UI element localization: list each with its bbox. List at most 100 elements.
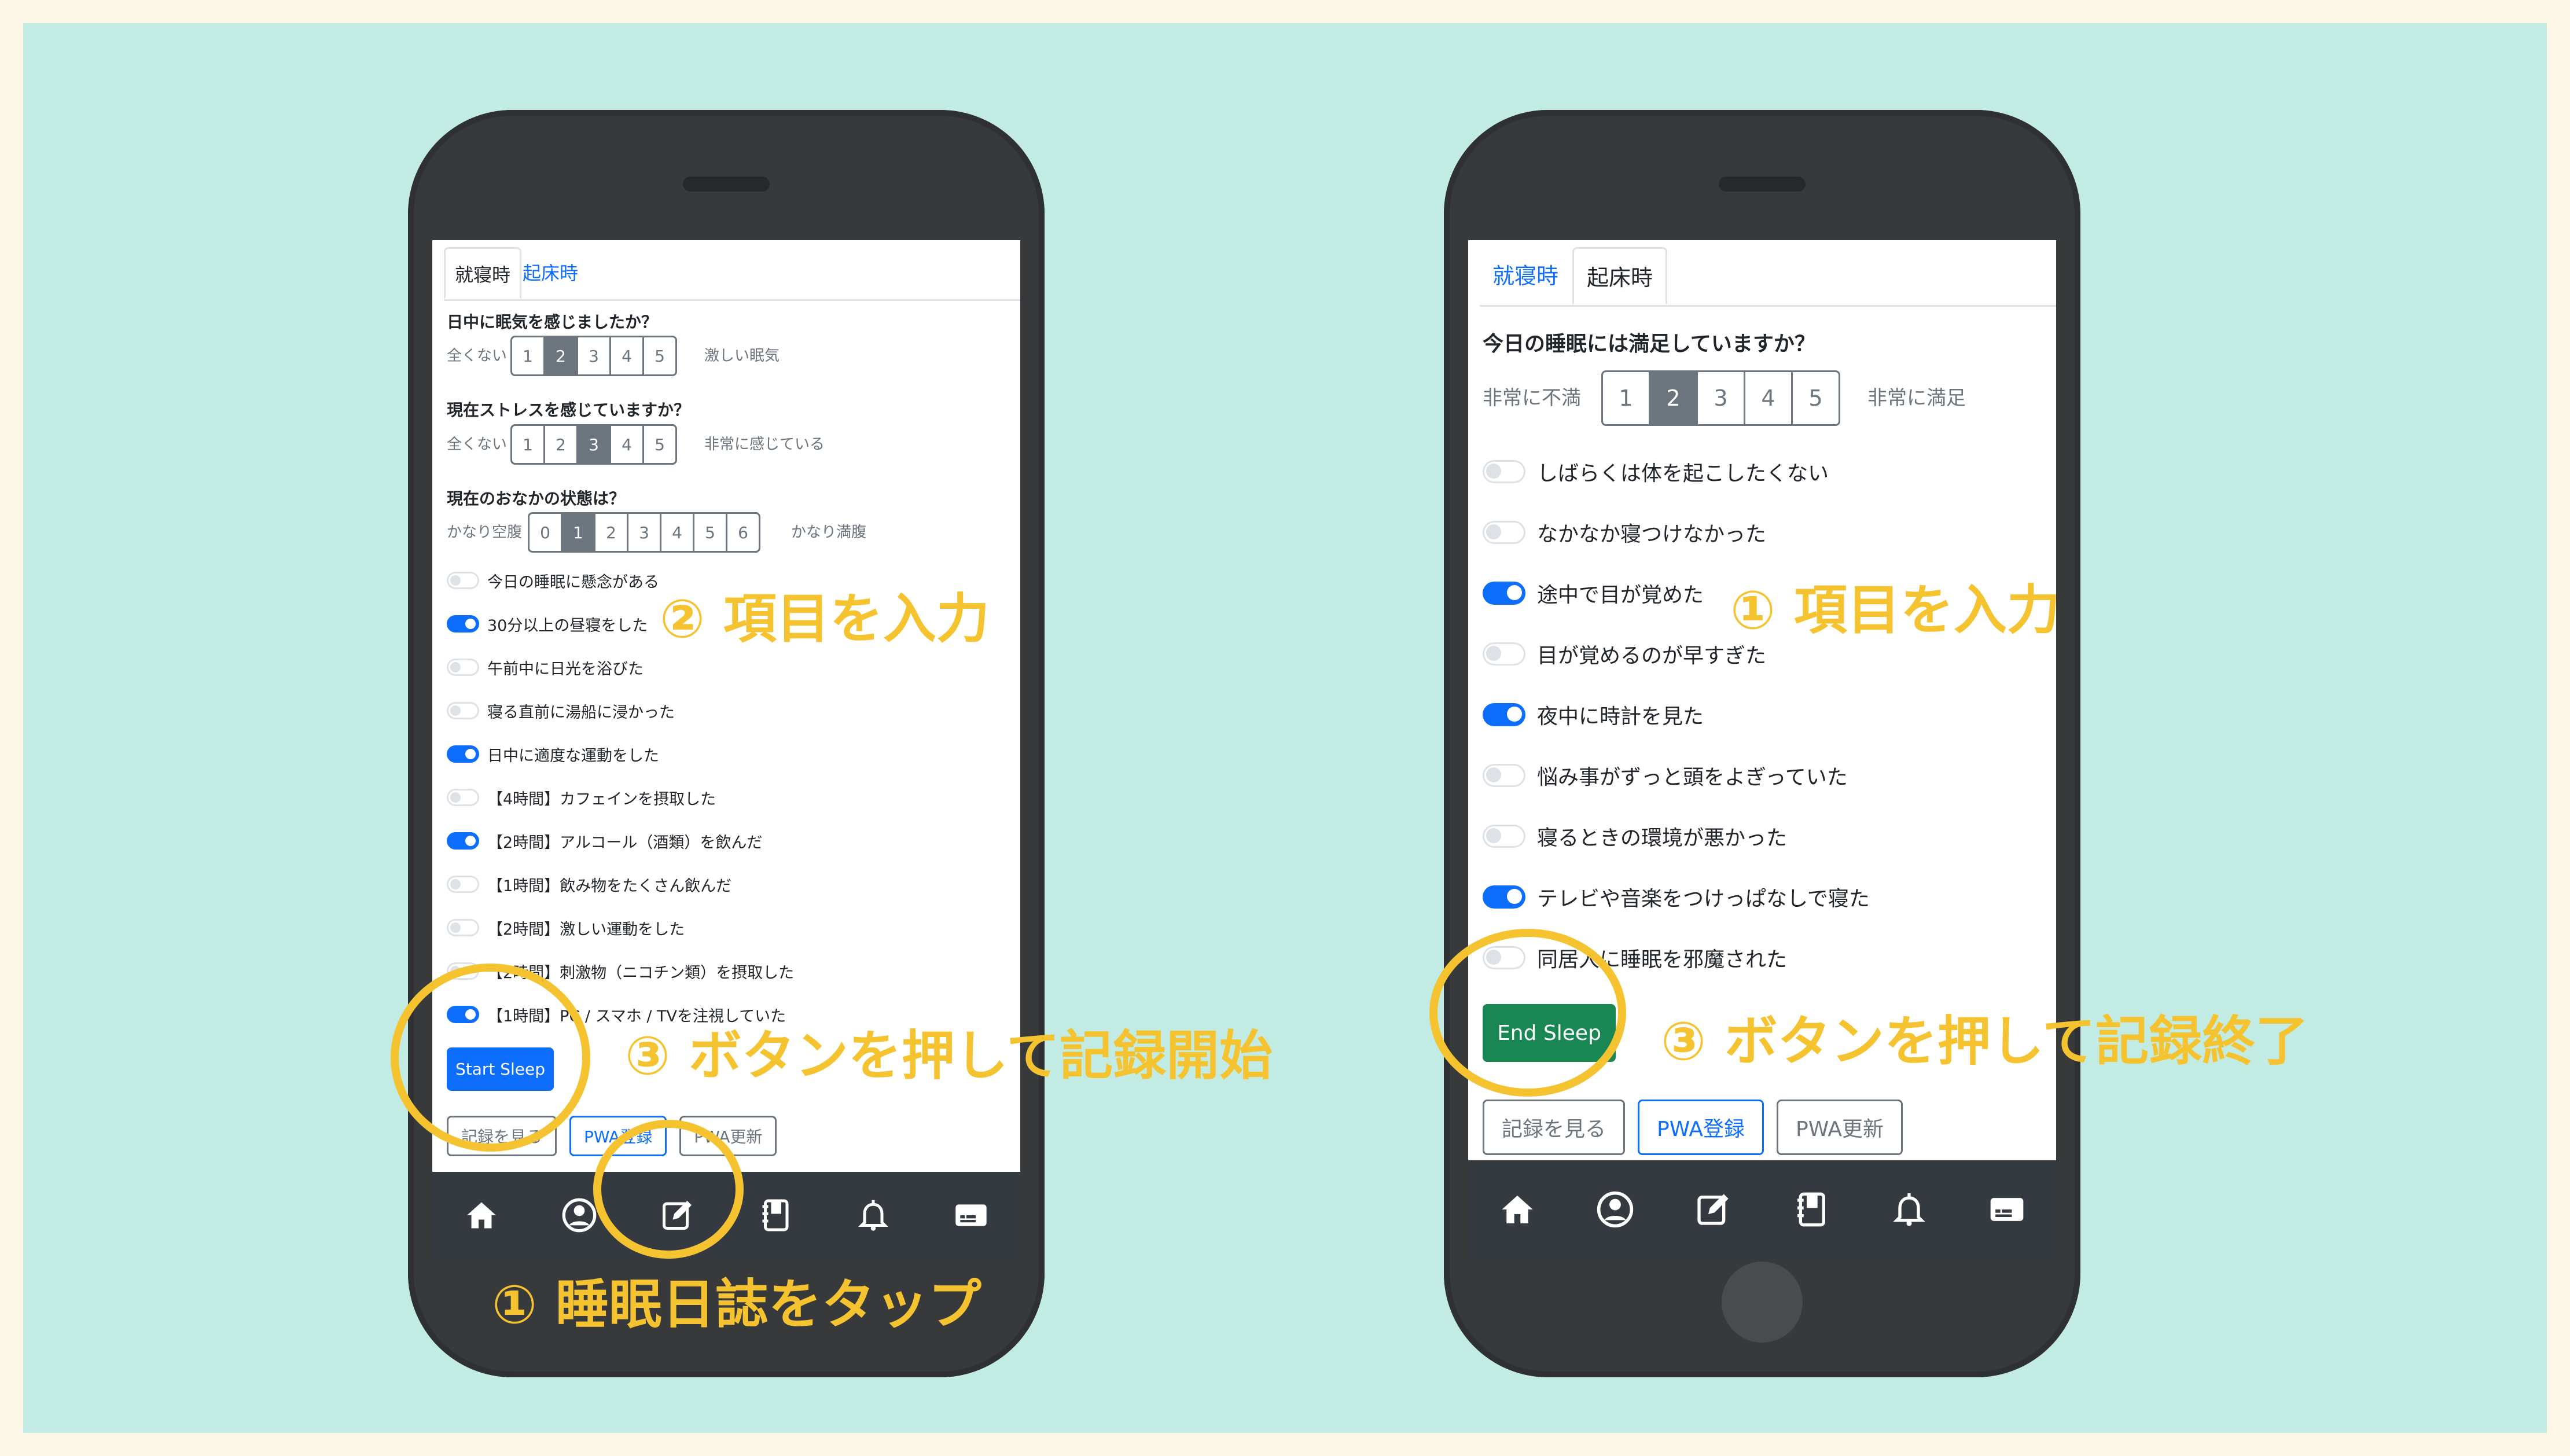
- switch-label: 今日の睡眠に懸念がある: [487, 573, 659, 591]
- pwa-register-button[interactable]: PWA登録: [1638, 1100, 1764, 1155]
- toggle-switch[interactable]: [447, 789, 479, 806]
- toggle-switch[interactable]: [1483, 582, 1525, 605]
- scale-option[interactable]: 3: [627, 512, 661, 553]
- switch-label: しばらくは体を起こしたくない: [1537, 462, 1829, 486]
- scale-option[interactable]: 1: [510, 336, 545, 376]
- scale-option[interactable]: 4: [660, 512, 694, 553]
- switch-label: 寝る直前に湯船に浸かった: [487, 703, 675, 722]
- switch-row[interactable]: なかなか寝つけなかった: [1483, 512, 1766, 553]
- profile-icon[interactable]: [1595, 1189, 1635, 1230]
- toggle-switch[interactable]: [447, 876, 479, 893]
- toggle-switch[interactable]: [447, 659, 479, 676]
- pwa-update-button[interactable]: PWA更新: [1776, 1100, 1903, 1155]
- notebook-icon[interactable]: [1791, 1189, 1832, 1230]
- phone-home-button: [1722, 1262, 1803, 1343]
- bell-icon[interactable]: [1889, 1189, 1929, 1230]
- scale-low-label: かなり空腹: [447, 524, 523, 541]
- scale-option[interactable]: 5: [642, 424, 677, 465]
- scale-option-selected[interactable]: 2: [1649, 370, 1698, 426]
- tab-wakeup[interactable]: 起床時: [513, 247, 587, 299]
- tab-wakeup[interactable]: 起床時: [1572, 247, 1668, 305]
- toggle-switch[interactable]: [447, 745, 479, 763]
- card-icon[interactable]: [951, 1195, 991, 1236]
- tab-bedtime[interactable]: 就寝時: [444, 247, 522, 299]
- card-icon[interactable]: [1987, 1189, 2027, 1230]
- question-sleepiness: 日中に眠気を感じましたか？: [447, 312, 658, 332]
- switch-label: 【1時間】飲み物をたくさん飲んだ: [487, 877, 732, 895]
- switch-row[interactable]: 午前中に日光を浴びた: [447, 653, 644, 682]
- toggle-switch[interactable]: [1483, 521, 1525, 544]
- toggle-switch[interactable]: [447, 919, 479, 936]
- toggle-switch[interactable]: [1483, 825, 1525, 848]
- notebook-icon[interactable]: [755, 1195, 796, 1236]
- switch-row[interactable]: 途中で目が覚めた: [1483, 573, 1704, 613]
- switch-row[interactable]: 【4時間】カフェインを摂取した: [447, 783, 716, 812]
- question-stomach: 現在のおなかの状態は？: [447, 489, 626, 508]
- tab-bedtime[interactable]: 就寝時: [1480, 247, 1571, 305]
- toggle-switch[interactable]: [1483, 885, 1525, 909]
- toggle-switch[interactable]: [447, 832, 479, 850]
- scale-option[interactable]: 4: [609, 336, 644, 376]
- scale-option[interactable]: 4: [1744, 370, 1793, 426]
- switch-row[interactable]: 【1時間】飲み物をたくさん飲んだ: [447, 870, 731, 899]
- switch-label: 途中で目が覚めた: [1537, 583, 1704, 607]
- scale-option[interactable]: 3: [576, 336, 611, 376]
- scale-option[interactable]: 6: [726, 512, 760, 553]
- scale-buttons: 1 2 3 4 5: [510, 336, 677, 376]
- switch-row[interactable]: テレビや音楽をつけっぱなしで寝た: [1483, 877, 1870, 917]
- annotation-step3-right: ③ ボタンを押して記録終了: [1661, 1010, 2309, 1072]
- home-icon[interactable]: [461, 1195, 502, 1236]
- toggle-switch[interactable]: [1483, 460, 1525, 483]
- scale-option-selected[interactable]: 2: [543, 336, 578, 376]
- footer-buttons: 記録を見る PWA登録 PWA更新: [1483, 1100, 1903, 1155]
- annotation-step1-left: ① 睡眠日誌をタップ: [492, 1274, 981, 1336]
- edit-icon[interactable]: [1693, 1189, 1733, 1230]
- scale-option[interactable]: 1: [1601, 370, 1650, 426]
- switch-row[interactable]: 寝るときの環境が悪かった: [1483, 816, 1787, 856]
- switch-label: 悩み事がずっと頭をよぎっていた: [1537, 766, 1848, 789]
- switch-label: 30分以上の昼寝をした: [487, 616, 648, 635]
- home-icon[interactable]: [1497, 1189, 1538, 1230]
- scale-option[interactable]: 2: [543, 424, 578, 465]
- scale-option-selected[interactable]: 1: [561, 512, 595, 553]
- toggle-switch[interactable]: [447, 615, 479, 633]
- switch-label: 【2時間】激しい運動をした: [487, 920, 685, 939]
- scale-option[interactable]: 3: [1696, 370, 1745, 426]
- tab-bar: 就寝時 起床時: [444, 247, 1020, 301]
- switch-row[interactable]: しばらくは体を起こしたくない: [1483, 451, 1829, 492]
- switch-row[interactable]: 【2時間】アルコール（酒類）を飲んだ: [447, 826, 762, 855]
- toggle-switch[interactable]: [1483, 703, 1525, 726]
- scale-option[interactable]: 5: [693, 512, 727, 553]
- switch-row[interactable]: 目が覚めるのが早すぎた: [1483, 634, 1766, 674]
- scale-low-label: 全くない: [447, 436, 508, 453]
- toggle-switch[interactable]: [447, 702, 479, 719]
- scale-option[interactable]: 2: [594, 512, 628, 553]
- highlight-circle-diary-tab: [593, 1120, 744, 1259]
- profile-icon[interactable]: [559, 1195, 600, 1236]
- scale-buttons: 1 2 3 4 5: [510, 424, 677, 465]
- phone-speaker: [1719, 177, 1806, 192]
- switch-row[interactable]: 30分以上の昼寝をした: [447, 609, 648, 638]
- view-records-button[interactable]: 記録を見る: [1483, 1100, 1626, 1155]
- scale-sleepiness: 全くない 1 2 3 4 5 激しい眠気: [447, 336, 968, 376]
- bell-icon[interactable]: [853, 1195, 894, 1236]
- switch-row[interactable]: 【2時間】激しい運動をした: [447, 913, 685, 942]
- switch-row[interactable]: 悩み事がずっと頭をよぎっていた: [1483, 755, 1848, 796]
- switch-row[interactable]: 日中に適度な運動をした: [447, 740, 659, 769]
- scale-option[interactable]: 5: [1791, 370, 1840, 426]
- toggle-switch[interactable]: [447, 572, 479, 589]
- scale-option[interactable]: 4: [609, 424, 644, 465]
- toggle-switch[interactable]: [1483, 642, 1525, 666]
- annotation-step3-left: ③ ボタンを押して記録開始: [625, 1025, 1273, 1087]
- scale-option-selected[interactable]: 3: [576, 424, 611, 465]
- scale-option[interactable]: 0: [528, 512, 562, 553]
- scale-low-label: 全くない: [447, 347, 508, 365]
- switch-label: なかなか寝つけなかった: [1537, 523, 1767, 546]
- phone-right: 就寝時 起床時 今日の睡眠には満足していますか？ 非常に不満 1 2 3 4 5…: [1444, 110, 2080, 1377]
- switch-row[interactable]: 寝る直前に湯船に浸かった: [447, 696, 675, 725]
- toggle-switch[interactable]: [1483, 764, 1525, 787]
- switch-row[interactable]: 今日の睡眠に懸念がある: [447, 566, 659, 595]
- scale-option[interactable]: 1: [510, 424, 545, 465]
- switch-row[interactable]: 夜中に時計を見た: [1483, 694, 1704, 735]
- scale-option[interactable]: 5: [642, 336, 677, 376]
